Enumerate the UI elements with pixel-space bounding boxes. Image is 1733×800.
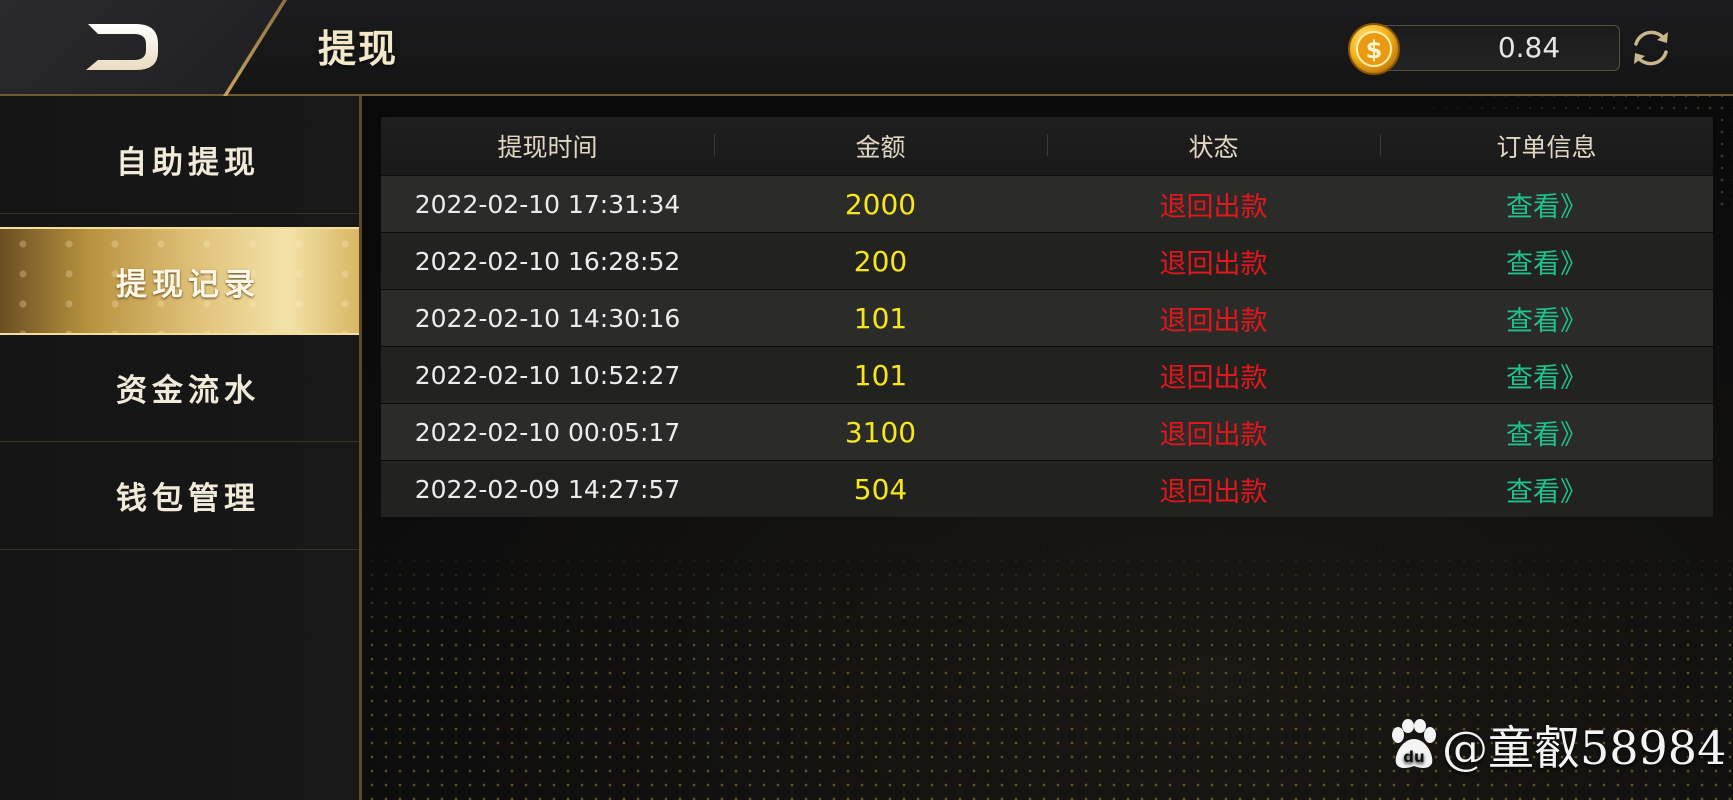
cell-amount: 3100 xyxy=(844,415,917,449)
cell-amount: 101 xyxy=(853,301,908,335)
header-bar: 提现 0.84 $ xyxy=(0,0,1733,100)
table-row: 2022-02-10 14:30:16 101 退回出款 查看》 xyxy=(381,289,1713,346)
view-order-link[interactable]: 查看》 xyxy=(1506,306,1587,337)
table-row: 2022-02-10 16:28:52 200 退回出款 查看》 xyxy=(381,232,1713,289)
cell-amount: 101 xyxy=(853,358,908,392)
app-root: 提现 0.84 $ 自助提现 提现记录 资金流水 钱包管理 提现时间 金额 状态… xyxy=(0,0,1733,800)
cell-status: 退回出款 xyxy=(1159,362,1268,394)
table-row: 2022-02-10 17:31:34 2000 退回出款 查看》 xyxy=(381,175,1713,232)
view-order-link[interactable]: 查看》 xyxy=(1506,420,1587,451)
sidebar-item-label: 自助提现 xyxy=(116,145,260,181)
sidebar-item-withdraw-records[interactable]: 提现记录 xyxy=(0,227,359,335)
cell-time: 2022-02-10 16:28:52 xyxy=(414,246,681,276)
cell-time: 2022-02-10 10:52:27 xyxy=(414,360,681,390)
cell-order-info: 查看》 xyxy=(1380,413,1713,452)
watermark-text: @童叡58984 xyxy=(1442,721,1727,775)
cell-status: 退回出款 xyxy=(1159,476,1268,508)
watermark-badge: du xyxy=(1403,748,1424,766)
sidebar: 自助提现 提现记录 资金流水 钱包管理 xyxy=(0,96,362,800)
cell-time: 2022-02-09 14:27:57 xyxy=(414,474,681,504)
sidebar-item-wallet-management[interactable]: 钱包管理 xyxy=(0,442,359,550)
page-title: 提现 xyxy=(318,27,399,71)
cell-order-info: 查看》 xyxy=(1380,470,1713,509)
coin-symbol: $ xyxy=(1366,36,1383,64)
cell-time: 2022-02-10 14:30:16 xyxy=(414,303,681,333)
cell-order-info: 查看》 xyxy=(1380,299,1713,338)
view-order-link[interactable]: 查看》 xyxy=(1506,192,1587,223)
cell-status: 退回出款 xyxy=(1159,419,1268,451)
column-header-status: 状态 xyxy=(1047,128,1380,164)
column-header-order-info: 订单信息 xyxy=(1380,128,1713,164)
table-row: 2022-02-09 14:27:57 504 退回出款 查看》 xyxy=(381,460,1713,517)
cell-status: 退回出款 xyxy=(1159,248,1268,280)
table-header: 提现时间 金额 状态 订单信息 xyxy=(381,117,1713,175)
cell-time: 2022-02-10 00:05:17 xyxy=(414,417,681,447)
gold-coin-icon: $ xyxy=(1348,23,1400,75)
table-row: 2022-02-10 10:52:27 101 退回出款 查看》 xyxy=(381,346,1713,403)
sidebar-item-fund-flow[interactable]: 资金流水 xyxy=(0,334,359,442)
watermark: du @童叡58984 xyxy=(1388,712,1726,778)
cell-amount: 2000 xyxy=(844,187,917,221)
sidebar-item-self-withdraw[interactable]: 自助提现 xyxy=(0,106,359,214)
cell-status: 退回出款 xyxy=(1159,305,1268,337)
withdraw-records-table: 提现时间 金额 状态 订单信息 2022-02-10 17:31:34 2000… xyxy=(381,117,1713,517)
sidebar-item-label: 钱包管理 xyxy=(116,481,260,517)
cell-time: 2022-02-10 17:31:34 xyxy=(414,189,681,219)
cell-status: 退回出款 xyxy=(1159,191,1268,223)
sidebar-item-label: 资金流水 xyxy=(116,373,260,409)
table-row: 2022-02-10 00:05:17 3100 退回出款 查看》 xyxy=(381,403,1713,460)
cell-order-info: 查看》 xyxy=(1380,185,1713,224)
column-header-time: 提现时间 xyxy=(497,133,598,162)
view-order-link[interactable]: 查看》 xyxy=(1506,363,1587,394)
sidebar-item-label: 提现记录 xyxy=(116,266,260,303)
refresh-icon[interactable] xyxy=(1627,24,1675,72)
cell-amount: 504 xyxy=(853,472,908,506)
view-order-link[interactable]: 查看》 xyxy=(1506,477,1587,508)
cell-order-info: 查看》 xyxy=(1380,356,1713,395)
back-button[interactable] xyxy=(84,22,162,72)
view-order-link[interactable]: 查看》 xyxy=(1506,249,1587,280)
balance-value: 0.84 xyxy=(1497,31,1561,64)
column-header-amount: 金额 xyxy=(714,128,1047,164)
baidu-paw-icon: du xyxy=(1392,719,1436,768)
cell-amount: 200 xyxy=(853,244,908,278)
back-arrow-icon xyxy=(86,24,158,70)
cell-order-info: 查看》 xyxy=(1380,242,1713,281)
balance-display: 0.84 xyxy=(1378,25,1620,71)
